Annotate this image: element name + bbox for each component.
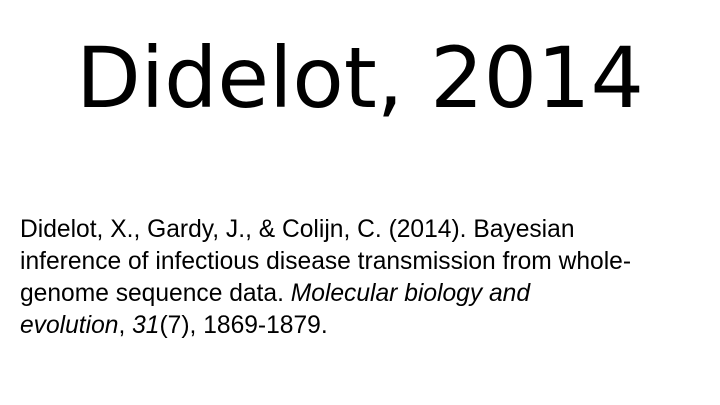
slide: Didelot, 2014 Didelot, X., Gardy, J., & … [0,0,720,405]
slide-title: Didelot, 2014 [76,29,644,127]
citation-line-2: inference of infectious disease transmis… [20,248,632,275]
citation-line-3: genome sequence data. Molecular biology … [20,278,700,310]
journal-issue: (7) [159,312,190,339]
journal-name-part-2: evolution [20,312,119,339]
citation-text: Didelot, X., Gardy, J., & Colijn, C. (20… [20,214,700,342]
journal-name-part-1: Molecular biology and [290,280,530,307]
journal-volume: 31 [132,312,160,339]
citation-title-end: genome sequence data. [20,280,291,307]
citation-line-1: Didelot, X., Gardy, J., & Colijn, C. (20… [20,216,575,243]
citation-line-4: evolution, 31(7), 1869-1879. [20,310,700,342]
citation-separator: , [118,312,133,339]
journal-pages: , 1869-1879. [189,312,328,339]
